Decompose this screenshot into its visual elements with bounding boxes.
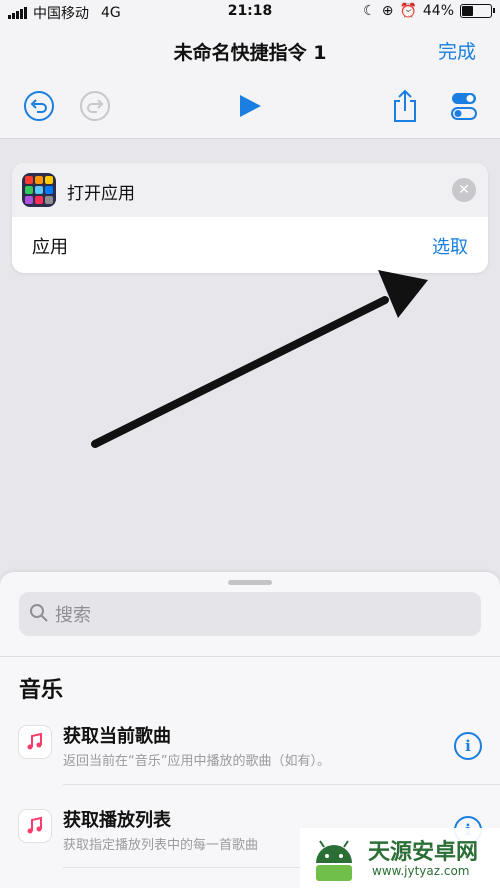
battery-percent: 44%	[422, 3, 454, 19]
undo-button[interactable]	[22, 88, 56, 124]
status-bar: 中国移动 4G 21:18 ☾ ⊕ ⏰ 44%	[0, 0, 500, 24]
list-item-description: 获取指定播放列表中的每一首歌曲	[63, 838, 259, 853]
music-note-icon	[19, 810, 51, 842]
nav-bar: 未命名快捷指令 1 完成	[0, 24, 500, 139]
open-app-action-card[interactable]: 打开应用 ✕ 应用 选取	[12, 163, 488, 273]
done-button[interactable]: 完成	[438, 37, 476, 64]
watermark: 天源安卓网 www.jytyaz.com	[300, 828, 500, 888]
list-item-title: 获取当前歌曲	[63, 726, 171, 747]
sheet-grabber[interactable]	[228, 580, 272, 585]
battery-icon	[460, 4, 495, 18]
app-grid-icon	[22, 173, 56, 207]
app-grid-tile	[25, 196, 33, 204]
info-icon: i	[465, 737, 471, 755]
share-icon	[394, 89, 416, 122]
play-icon	[240, 95, 261, 117]
app-grid-tile	[45, 196, 53, 204]
remove-action-button[interactable]: ✕	[452, 178, 476, 202]
share-button[interactable]	[390, 88, 420, 124]
app-grid-tile	[25, 186, 33, 194]
page-title: 未命名快捷指令 1	[173, 42, 327, 64]
toggles-icon	[451, 93, 477, 120]
app-grid-tile	[25, 176, 33, 184]
undo-icon	[24, 91, 54, 121]
info-button[interactable]: i	[454, 732, 482, 760]
list-item-description: 返回当前在“音乐”应用中播放的歌曲（如有）。	[63, 754, 330, 769]
app-parameter-row: 应用 选取	[12, 217, 488, 273]
watermark-url: www.jytyaz.com	[372, 864, 470, 878]
settings-toggle-button[interactable]	[448, 88, 480, 124]
search-bar[interactable]	[19, 592, 481, 638]
row-separator	[63, 784, 500, 785]
app-parameter-label: 应用	[32, 237, 68, 258]
section-title: 音乐	[19, 678, 64, 703]
search-icon	[30, 604, 48, 622]
action-title: 打开应用	[67, 184, 135, 204]
alarm-icon: ⏰	[399, 3, 417, 19]
list-item-get-current-song[interactable]: 获取当前歌曲 返回当前在“音乐”应用中播放的歌曲（如有）。 i	[0, 716, 500, 786]
app-grid-tile	[45, 176, 53, 184]
list-item-title: 获取播放列表	[63, 810, 171, 831]
app-grid-tile	[45, 186, 53, 194]
choose-app-button[interactable]: 选取	[432, 233, 468, 259]
divider	[0, 656, 500, 657]
android-logo-icon	[316, 840, 352, 881]
rotation-lock-icon: ⊕	[381, 3, 394, 19]
watermark-name: 天源安卓网	[368, 840, 479, 865]
moon-icon: ☾	[363, 3, 376, 19]
search-input[interactable]	[53, 592, 467, 638]
music-note-icon	[19, 726, 51, 758]
redo-button[interactable]	[78, 88, 112, 124]
app-grid-tile	[35, 186, 43, 194]
redo-icon	[80, 91, 110, 121]
app-grid-tile	[35, 176, 43, 184]
app-grid-tile	[35, 196, 43, 204]
close-icon: ✕	[458, 182, 470, 198]
action-card-header: 打开应用 ✕	[12, 163, 488, 217]
play-button[interactable]	[234, 88, 266, 124]
